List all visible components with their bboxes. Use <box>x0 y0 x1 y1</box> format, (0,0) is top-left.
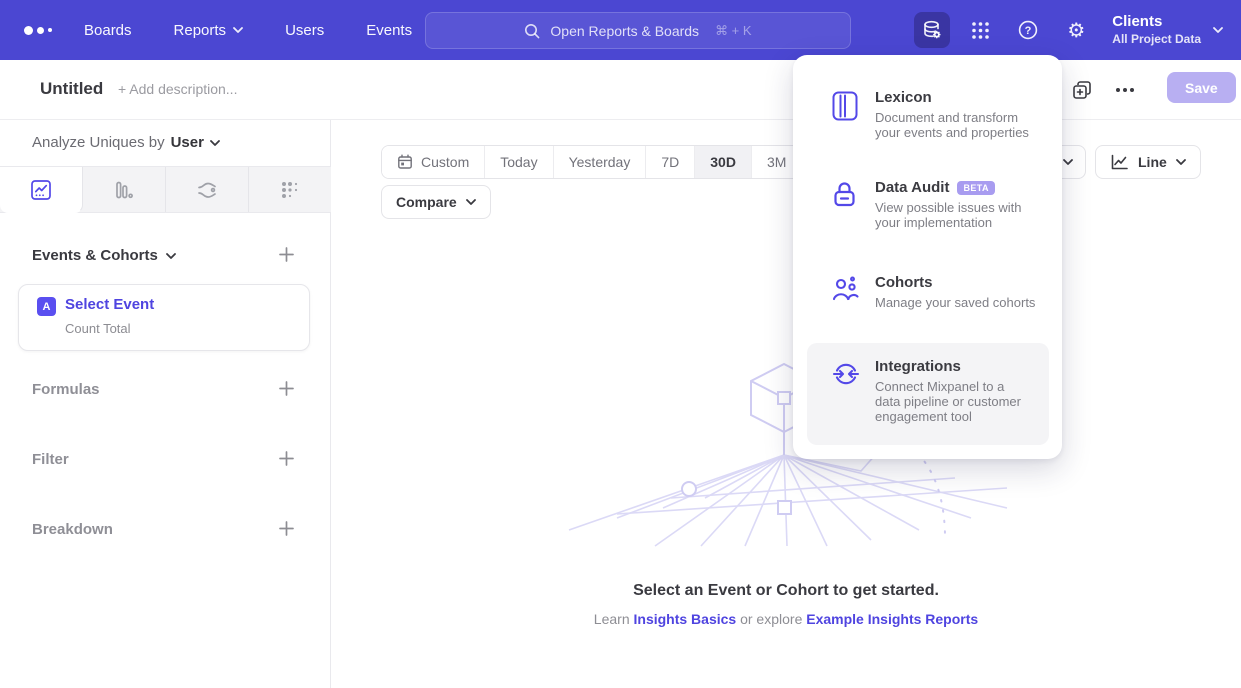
tab-flows[interactable] <box>166 167 249 212</box>
tab-bar[interactable] <box>83 167 166 212</box>
nav-users-label: Users <box>285 22 324 39</box>
chevron-down-icon <box>233 27 243 33</box>
search-shortcut: ⌘ + K <box>715 23 752 39</box>
chevron-down-icon <box>1176 159 1186 165</box>
plus-icon <box>278 246 295 263</box>
empty-state-subtitle: Learn Insights Basics or explore Example… <box>331 611 1241 627</box>
add-event-button[interactable] <box>278 246 295 263</box>
help-button[interactable]: ? <box>1010 12 1046 48</box>
search-icon <box>524 23 540 39</box>
date-range-control: Custom Today Yesterday 7D 30D 3M 6M <box>381 145 853 179</box>
more-options-button[interactable] <box>1110 76 1140 104</box>
settings-button[interactable]: ⚙ <box>1058 12 1094 48</box>
ellipsis-icon <box>1116 88 1120 92</box>
analyze-value-dropdown[interactable]: User <box>171 134 220 151</box>
add-breakdown-button[interactable] <box>278 520 295 537</box>
top-nav-right: ? ⚙ Clients All Project Data <box>914 0 1223 60</box>
plus-icon <box>278 450 295 467</box>
search-input[interactable]: Open Reports & Boards ⌘ + K <box>425 12 851 49</box>
nav-events-label: Events <box>366 22 412 39</box>
cohorts-users-icon <box>832 276 859 302</box>
formulas-label: Formulas <box>32 381 100 398</box>
report-description-input[interactable]: + Add description... <box>118 81 237 97</box>
beta-badge: BETA <box>957 181 994 195</box>
account-org: Clients <box>1112 13 1201 32</box>
retention-tab-icon <box>278 178 302 202</box>
range-30d[interactable]: 30D <box>695 146 752 178</box>
data-management-menu: Lexicon Document and transform your even… <box>793 55 1062 459</box>
compare-button[interactable]: Compare <box>381 185 491 219</box>
empty-state-title: Select an Event or Cohort to get started… <box>331 582 1241 600</box>
lexicon-book-icon <box>832 91 858 121</box>
query-sidebar: Analyze Uniques by User <box>0 120 331 688</box>
report-type-tabs <box>0 166 331 213</box>
grid-dots-icon <box>971 21 990 40</box>
chevron-down-icon <box>1063 159 1073 165</box>
report-canvas: Custom Today Yesterday 7D 30D 3M 6M Comp… <box>331 120 1241 688</box>
search-placeholder: Open Reports & Boards <box>550 23 699 39</box>
analyze-uniques-row: Analyze Uniques by User <box>32 134 220 151</box>
nav-users[interactable]: Users <box>285 22 324 39</box>
add-formula-button[interactable] <box>278 380 295 397</box>
tab-insights[interactable] <box>0 167 83 213</box>
primary-nav: Boards Reports Users Events <box>84 0 412 60</box>
apps-grid-button[interactable] <box>962 12 998 48</box>
breakdown-label: Breakdown <box>32 521 113 538</box>
menu-item-cohorts[interactable]: Cohorts Manage your saved cohorts <box>793 274 1062 310</box>
plus-icon <box>278 520 295 537</box>
select-event-card[interactable]: A Select Event Count Total <box>18 284 310 351</box>
range-custom[interactable]: Custom <box>382 146 485 178</box>
top-nav: Boards Reports Users Events Open Reports… <box>0 0 1241 60</box>
menu-item-lexicon[interactable]: Lexicon Document and transform your even… <box>793 89 1062 140</box>
chevron-down-icon <box>166 253 176 259</box>
data-audit-lock-icon <box>832 181 858 209</box>
plus-icon <box>278 380 295 397</box>
nav-reports[interactable]: Reports <box>174 22 244 39</box>
account-project: All Project Data <box>1112 32 1201 47</box>
add-filter-button[interactable] <box>278 450 295 467</box>
select-event-label: Select Event <box>65 296 154 313</box>
line-chart-tab-icon <box>29 178 53 202</box>
chevron-down-icon <box>1213 27 1223 33</box>
gear-icon: ⚙ <box>1067 20 1085 40</box>
mixpanel-logo[interactable] <box>24 0 52 60</box>
data-management-button[interactable] <box>914 12 950 48</box>
save-button[interactable]: Save <box>1167 72 1236 103</box>
example-reports-link[interactable]: Example Insights Reports <box>806 611 978 627</box>
nav-boards[interactable]: Boards <box>84 22 132 39</box>
analyze-label: Analyze Uniques by <box>32 134 165 151</box>
report-title[interactable]: Untitled <box>40 79 103 99</box>
menu-item-integrations[interactable]: Integrations Connect Mixpanel to a data … <box>807 343 1049 445</box>
filter-label: Filter <box>32 451 69 468</box>
chevron-down-icon <box>210 140 220 146</box>
chart-type-dropdown[interactable]: Line <box>1095 145 1201 179</box>
project-switcher[interactable]: Clients All Project Data <box>1112 13 1223 47</box>
range-7d[interactable]: 7D <box>646 146 695 178</box>
nav-events[interactable]: Events <box>366 22 412 39</box>
question-icon: ? <box>1017 19 1039 41</box>
calendar-icon <box>397 154 413 170</box>
nav-boards-label: Boards <box>84 22 132 39</box>
range-yesterday[interactable]: Yesterday <box>554 146 647 178</box>
events-cohorts-header[interactable]: Events & Cohorts <box>32 247 176 264</box>
bar-chart-tab-icon <box>112 178 136 202</box>
line-chart-icon <box>1110 154 1129 171</box>
event-metric-label[interactable]: Count Total <box>65 321 131 336</box>
flows-tab-icon <box>195 178 219 202</box>
duplicate-icon <box>1071 79 1093 101</box>
tab-retention[interactable] <box>249 167 331 212</box>
insights-basics-link[interactable]: Insights Basics <box>634 611 737 627</box>
duplicate-report-button[interactable] <box>1068 76 1096 104</box>
svg-text:?: ? <box>1025 25 1032 37</box>
menu-item-data-audit[interactable]: Data Audit BETA View possible issues wit… <box>793 179 1062 230</box>
integrations-sync-icon <box>832 360 860 388</box>
nav-reports-label: Reports <box>174 22 227 39</box>
chevron-down-icon <box>466 199 476 205</box>
database-gear-icon <box>921 19 943 41</box>
event-letter-badge: A <box>37 297 56 316</box>
range-today[interactable]: Today <box>485 146 553 178</box>
